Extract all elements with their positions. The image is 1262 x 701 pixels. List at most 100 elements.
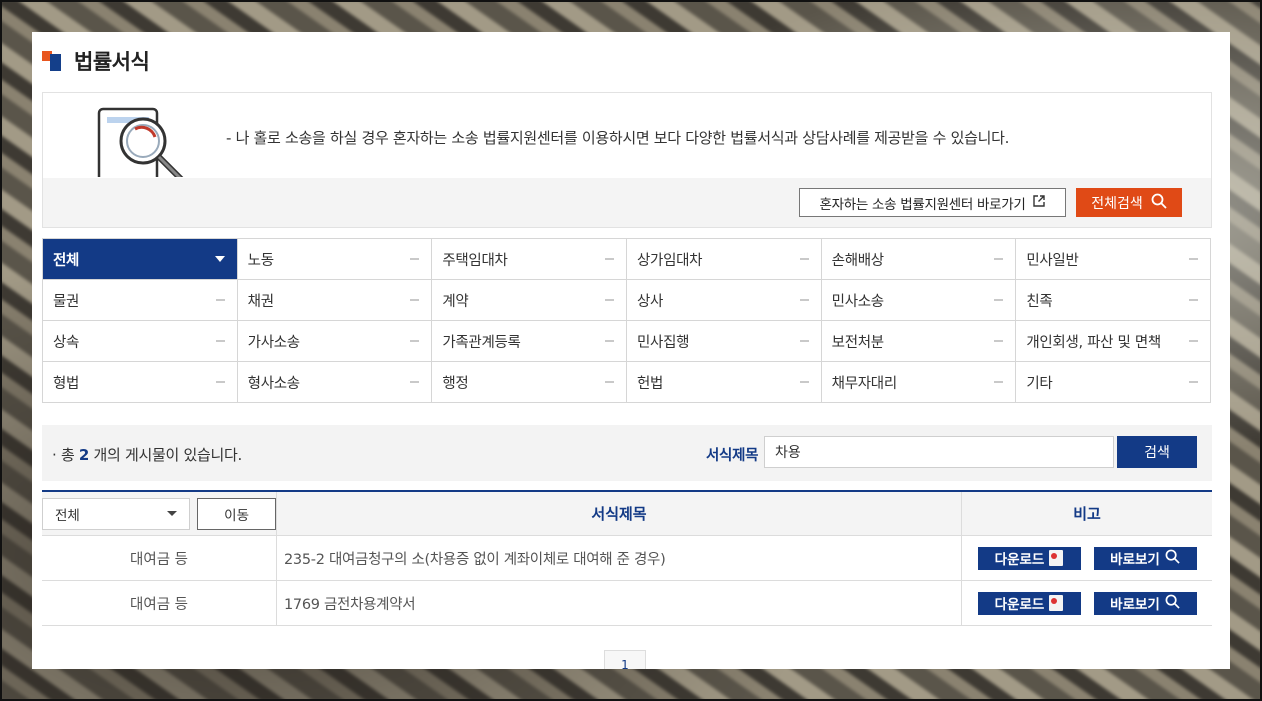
category-item[interactable]: 노동 xyxy=(237,239,433,280)
dash-icon xyxy=(410,258,420,260)
category-item[interactable]: 상가임대차 xyxy=(627,239,822,280)
dash-icon xyxy=(215,299,225,301)
category-grid: 전체 노동 주택임대차 상가임대차 손해배상 민사일반 물권 채권 계약 상사 … xyxy=(42,238,1211,403)
category-select[interactable]: 전체 xyxy=(42,497,191,530)
dash-icon xyxy=(605,258,614,260)
title-logo-icon xyxy=(42,51,62,71)
category-item[interactable]: 보전처분 xyxy=(821,321,1017,362)
category-item[interactable]: 민사일반 xyxy=(1016,239,1211,280)
category-label: 주택임대차 xyxy=(442,252,508,269)
view-button[interactable]: 바로보기 xyxy=(1093,591,1197,615)
dash-icon xyxy=(799,258,809,260)
row-actions: 다운로드 바로보기 xyxy=(961,581,1212,625)
search-icon xyxy=(1165,594,1180,613)
hwp-file-icon xyxy=(1049,595,1064,611)
search-button[interactable]: 검색 xyxy=(1117,436,1197,468)
dash-icon xyxy=(799,340,809,342)
category-label: 물권 xyxy=(53,293,80,310)
bullet-icon: · xyxy=(52,446,61,464)
dash-icon xyxy=(605,299,614,301)
category-item[interactable]: 손해배상 xyxy=(821,239,1017,280)
category-item[interactable]: 가사소송 xyxy=(237,321,433,362)
legal-center-link-button[interactable]: 혼자하는 소송 법률지원센터 바로가기 xyxy=(799,188,1066,217)
category-item[interactable]: 물권 xyxy=(43,280,238,321)
category-item[interactable]: 형사소송 xyxy=(237,362,433,403)
intro-actions: 혼자하는 소송 법률지원센터 바로가기 전체검색 xyxy=(43,178,1211,227)
legal-center-link-label: 혼자하는 소송 법률지원센터 바로가기 xyxy=(819,196,1026,213)
category-label: 상가임대차 xyxy=(637,252,703,269)
category-item-all[interactable]: 전체 xyxy=(43,239,238,280)
row-category: 대여금 등 xyxy=(130,596,188,613)
category-item[interactable]: 행정 xyxy=(432,362,627,403)
category-label: 상속 xyxy=(53,334,80,351)
hwp-file-icon xyxy=(1049,550,1064,566)
dash-icon xyxy=(215,381,225,383)
row-actions: 다운로드 바로보기 xyxy=(961,536,1212,580)
search-icon xyxy=(1165,549,1180,568)
category-label: 기타 xyxy=(1026,375,1053,392)
search-label: 서식제목 xyxy=(706,448,759,464)
category-item[interactable]: 가족관계등록 xyxy=(432,321,627,362)
category-item[interactable]: 헌법 xyxy=(627,362,822,403)
category-label: 손해배상 xyxy=(831,252,884,269)
category-label: 채권 xyxy=(247,293,274,310)
download-label: 다운로드 xyxy=(994,597,1045,613)
count-value: 2 xyxy=(78,446,90,464)
caret-down-icon xyxy=(214,256,225,262)
dash-icon xyxy=(605,381,614,383)
pagination-page-1[interactable]: 1 xyxy=(604,650,646,669)
dash-icon xyxy=(410,340,420,342)
move-button[interactable]: 이동 xyxy=(197,497,276,530)
category-label: 노동 xyxy=(247,252,274,269)
category-label: 계약 xyxy=(442,293,469,310)
category-item[interactable]: 기타 xyxy=(1016,362,1211,403)
search-all-label: 전체검색 xyxy=(1091,195,1143,212)
dash-icon xyxy=(799,299,809,301)
dash-icon xyxy=(994,258,1004,260)
search-all-button[interactable]: 전체검색 xyxy=(1076,188,1182,217)
category-item[interactable]: 주택임대차 xyxy=(432,239,627,280)
category-item[interactable]: 계약 xyxy=(432,280,627,321)
category-select-value: 전체 xyxy=(55,507,80,524)
category-label: 개인회생, 파산 및 면책 xyxy=(1026,334,1161,351)
header-note: 비고 xyxy=(961,492,1212,535)
count-prefix: 총 xyxy=(60,446,75,464)
download-button[interactable]: 다운로드 xyxy=(977,591,1081,615)
result-count: · 총 2 개의 게시물이 있습니다. xyxy=(52,444,242,465)
row-title-link[interactable]: 1769 금전차용계약서 xyxy=(276,581,961,625)
dash-icon xyxy=(1189,340,1198,342)
category-item[interactable]: 채무자대리 xyxy=(821,362,1017,403)
row-title-link[interactable]: 235-2 대여금청구의 소(차용증 없이 계좌이체로 대여해 준 경우) xyxy=(276,536,961,580)
dash-icon xyxy=(410,299,420,301)
view-label: 바로보기 xyxy=(1110,552,1160,568)
category-label: 전체 xyxy=(53,252,80,269)
header-title: 서식제목 xyxy=(276,492,961,535)
category-item[interactable]: 채권 xyxy=(237,280,433,321)
category-label: 민사일반 xyxy=(1026,252,1079,269)
table-row: 대여금 등 1769 금전차용계약서 다운로드 바로보기 xyxy=(42,581,1212,626)
dash-icon xyxy=(1189,381,1198,383)
category-label: 민사소송 xyxy=(831,293,884,310)
chevron-down-icon xyxy=(167,511,178,516)
external-link-icon xyxy=(1033,194,1046,211)
category-item[interactable]: 민사집행 xyxy=(627,321,822,362)
dash-icon xyxy=(994,381,1004,383)
category-item[interactable]: 상사 xyxy=(627,280,822,321)
category-label: 상사 xyxy=(637,293,664,310)
search-input[interactable] xyxy=(764,436,1114,468)
dash-icon xyxy=(994,340,1004,342)
forms-table: 전체 이동 서식제목 비고 대여금 등 235-2 대여금청구의 소(차용증 없… xyxy=(42,490,1212,626)
category-label: 가사소송 xyxy=(247,334,300,351)
category-item[interactable]: 친족 xyxy=(1016,280,1211,321)
category-item[interactable]: 개인회생, 파산 및 면책 xyxy=(1016,321,1211,362)
view-label: 바로보기 xyxy=(1110,597,1160,613)
category-label: 채무자대리 xyxy=(831,375,898,392)
category-label: 형법 xyxy=(53,375,80,392)
category-item[interactable]: 민사소송 xyxy=(821,280,1017,321)
page-header: 법률서식 xyxy=(42,46,150,76)
view-button[interactable]: 바로보기 xyxy=(1093,546,1197,570)
category-item[interactable]: 상속 xyxy=(43,321,238,362)
table-row: 대여금 등 235-2 대여금청구의 소(차용증 없이 계좌이체로 대여해 준 … xyxy=(42,536,1212,581)
category-item[interactable]: 형법 xyxy=(43,362,238,403)
download-button[interactable]: 다운로드 xyxy=(977,546,1081,570)
